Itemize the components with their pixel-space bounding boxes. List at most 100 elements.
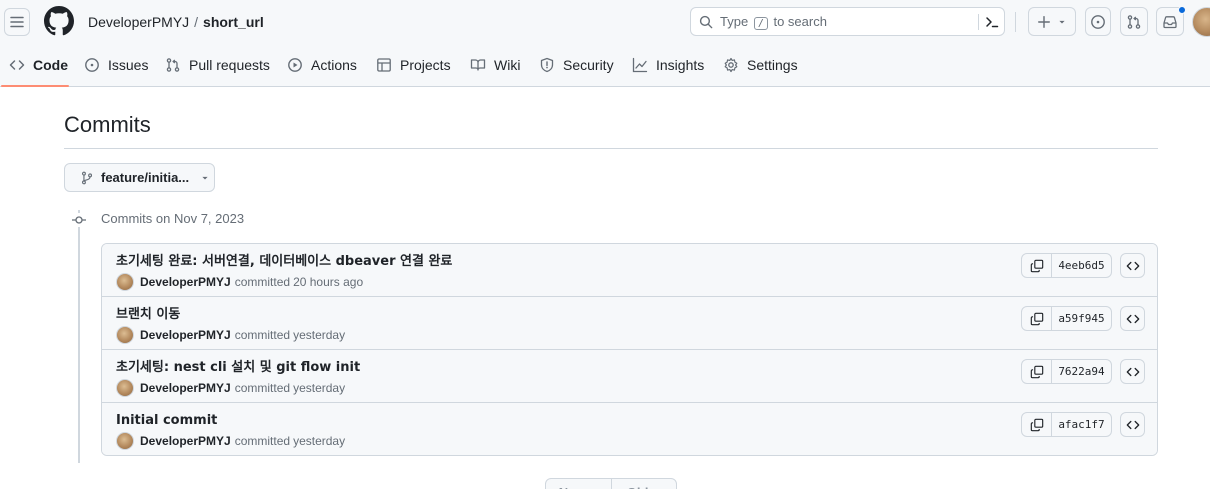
breadcrumb-separator: / — [194, 14, 199, 30]
commit-sha-group: afac1f7 — [1021, 412, 1112, 437]
search-suffix: to search — [773, 14, 827, 29]
menu-button[interactable] — [4, 8, 30, 36]
tab-label: Actions — [311, 57, 357, 73]
repo-link[interactable]: short_url — [203, 14, 264, 30]
copy-sha-button[interactable] — [1022, 360, 1052, 383]
commit-author-link[interactable]: DeveloperPMYJ — [140, 434, 231, 448]
commit-sha-group: 4eeb6d5 — [1021, 253, 1112, 278]
selected-tab-indicator — [1, 85, 69, 87]
commit-meta: DeveloperPMYJ committed yesterday — [116, 379, 345, 397]
page-title: Commits — [64, 112, 151, 137]
copy-sha-button[interactable] — [1022, 307, 1052, 330]
commit-group-date: Commits on Nov 7, 2023 — [101, 211, 245, 226]
branch-name: feature/initia... — [101, 170, 190, 185]
create-new-button[interactable] — [1028, 7, 1076, 36]
tab-pull-requests[interactable]: Pull requests — [165, 53, 270, 77]
tab-settings[interactable]: Settings — [723, 53, 798, 77]
timeline-line — [78, 210, 80, 463]
commit-sha-link[interactable]: a59f945 — [1052, 307, 1111, 330]
tab-code[interactable]: Code — [9, 53, 68, 77]
tab-label: Settings — [747, 57, 798, 73]
gear-icon — [724, 57, 738, 73]
title-divider — [64, 148, 1158, 149]
your-pull-requests-button[interactable] — [1120, 7, 1148, 36]
commit-author-link[interactable]: DeveloperPMYJ — [140, 381, 231, 395]
author-avatar[interactable] — [116, 432, 134, 450]
tab-label: Issues — [108, 57, 149, 73]
issue-opened-icon — [85, 58, 99, 72]
search-divider — [978, 14, 979, 30]
commit-time: 20 hours ago — [293, 275, 364, 289]
commit-row: 초기세팅: nest cli 설치 및 git flow init Develo… — [102, 350, 1157, 403]
tab-insights[interactable]: Insights — [632, 53, 704, 77]
search-icon — [699, 15, 713, 29]
copy-icon — [1030, 312, 1043, 325]
search-prefix: Type — [720, 14, 749, 29]
commit-action: committed — [234, 381, 291, 395]
commit-sha-link[interactable]: 4eeb6d5 — [1052, 254, 1111, 277]
commit-sha-link[interactable]: afac1f7 — [1052, 413, 1111, 436]
code-icon — [9, 60, 25, 70]
tab-issues[interactable]: Issues — [84, 53, 148, 77]
commit-message-link[interactable]: 초기세팅 완료: 서버연결, 데이터베이스 dbeaver 연결 완료 — [116, 253, 452, 270]
repo-nav: Code Issues Pull requests Actions Projec… — [0, 44, 1210, 87]
git-pull-request-icon — [1127, 14, 1141, 29]
author-avatar[interactable] — [116, 326, 134, 344]
top-bar: DeveloperPMYJ / short_url Type / to search — [0, 0, 1210, 44]
search-shortcut-key: / — [753, 17, 768, 30]
commit-time: yesterday — [293, 381, 346, 395]
newer-button[interactable]: Newer — [546, 479, 611, 489]
author-avatar[interactable] — [116, 379, 134, 397]
issue-opened-icon — [1091, 14, 1105, 29]
commit-message-link[interactable]: 초기세팅: nest cli 설치 및 git flow init — [116, 359, 360, 376]
commit-action: committed — [234, 275, 291, 289]
commit-row: 초기세팅 완료: 서버연결, 데이터베이스 dbeaver 연결 완료 Deve… — [102, 244, 1157, 297]
older-button[interactable]: Older — [610, 479, 677, 489]
your-issues-button[interactable] — [1085, 7, 1111, 36]
tab-wiki[interactable]: Wiki — [470, 53, 520, 77]
tab-label: Security — [563, 57, 614, 73]
git-pull-request-icon — [166, 58, 180, 72]
github-logo-icon[interactable] — [44, 6, 74, 36]
browse-repo-button[interactable] — [1120, 253, 1145, 278]
copy-sha-button[interactable] — [1022, 254, 1052, 277]
branch-selector-button[interactable]: feature/initia... — [64, 163, 215, 192]
browse-repo-button[interactable] — [1120, 359, 1145, 384]
tab-projects[interactable]: Projects — [376, 53, 451, 77]
tab-security[interactable]: Security — [539, 53, 614, 77]
author-avatar[interactable] — [116, 273, 134, 291]
user-avatar[interactable] — [1192, 7, 1210, 37]
commit-sha-group: a59f945 — [1021, 306, 1112, 331]
commit-sha-link[interactable]: 7622a94 — [1052, 360, 1111, 383]
tab-actions[interactable]: Actions — [287, 53, 357, 77]
repo-breadcrumb: DeveloperPMYJ / short_url — [88, 13, 264, 31]
code-icon — [1126, 314, 1139, 323]
commit-author-link[interactable]: DeveloperPMYJ — [140, 328, 231, 342]
copy-sha-button[interactable] — [1022, 413, 1052, 436]
commit-row: Initial commit DeveloperPMYJ committed y… — [102, 403, 1157, 455]
commit-meta: DeveloperPMYJ committed yesterday — [116, 432, 345, 450]
commit-author-link[interactable]: DeveloperPMYJ — [140, 275, 231, 289]
search-input[interactable]: Type / to search — [690, 7, 1005, 36]
commit-action: committed — [234, 434, 291, 448]
commit-message-link[interactable]: Initial commit — [116, 412, 217, 429]
commit-message-link[interactable]: 브랜치 이동 — [116, 306, 180, 323]
global-header: DeveloperPMYJ / short_url Type / to search — [0, 0, 1210, 87]
code-icon — [1126, 367, 1139, 376]
command-palette-icon[interactable] — [984, 14, 1000, 30]
hamburger-icon — [10, 16, 24, 28]
browse-repo-button[interactable] — [1120, 306, 1145, 331]
unread-indicator — [1178, 6, 1186, 14]
browse-repo-button[interactable] — [1120, 412, 1145, 437]
owner-link[interactable]: DeveloperPMYJ — [88, 14, 189, 30]
commit-list: 초기세팅 완료: 서버연결, 데이터베이스 dbeaver 연결 완료 Deve… — [101, 243, 1158, 456]
commit-meta: DeveloperPMYJ committed yesterday — [116, 326, 345, 344]
tab-label: Pull requests — [189, 57, 270, 73]
git-commit-icon — [72, 213, 86, 227]
play-icon — [288, 58, 302, 72]
tab-label: Wiki — [494, 57, 521, 73]
tab-label: Projects — [400, 57, 451, 73]
book-icon — [470, 59, 486, 71]
table-icon — [377, 58, 391, 72]
commit-row: 브랜치 이동 DeveloperPMYJ committed yesterday… — [102, 297, 1157, 350]
